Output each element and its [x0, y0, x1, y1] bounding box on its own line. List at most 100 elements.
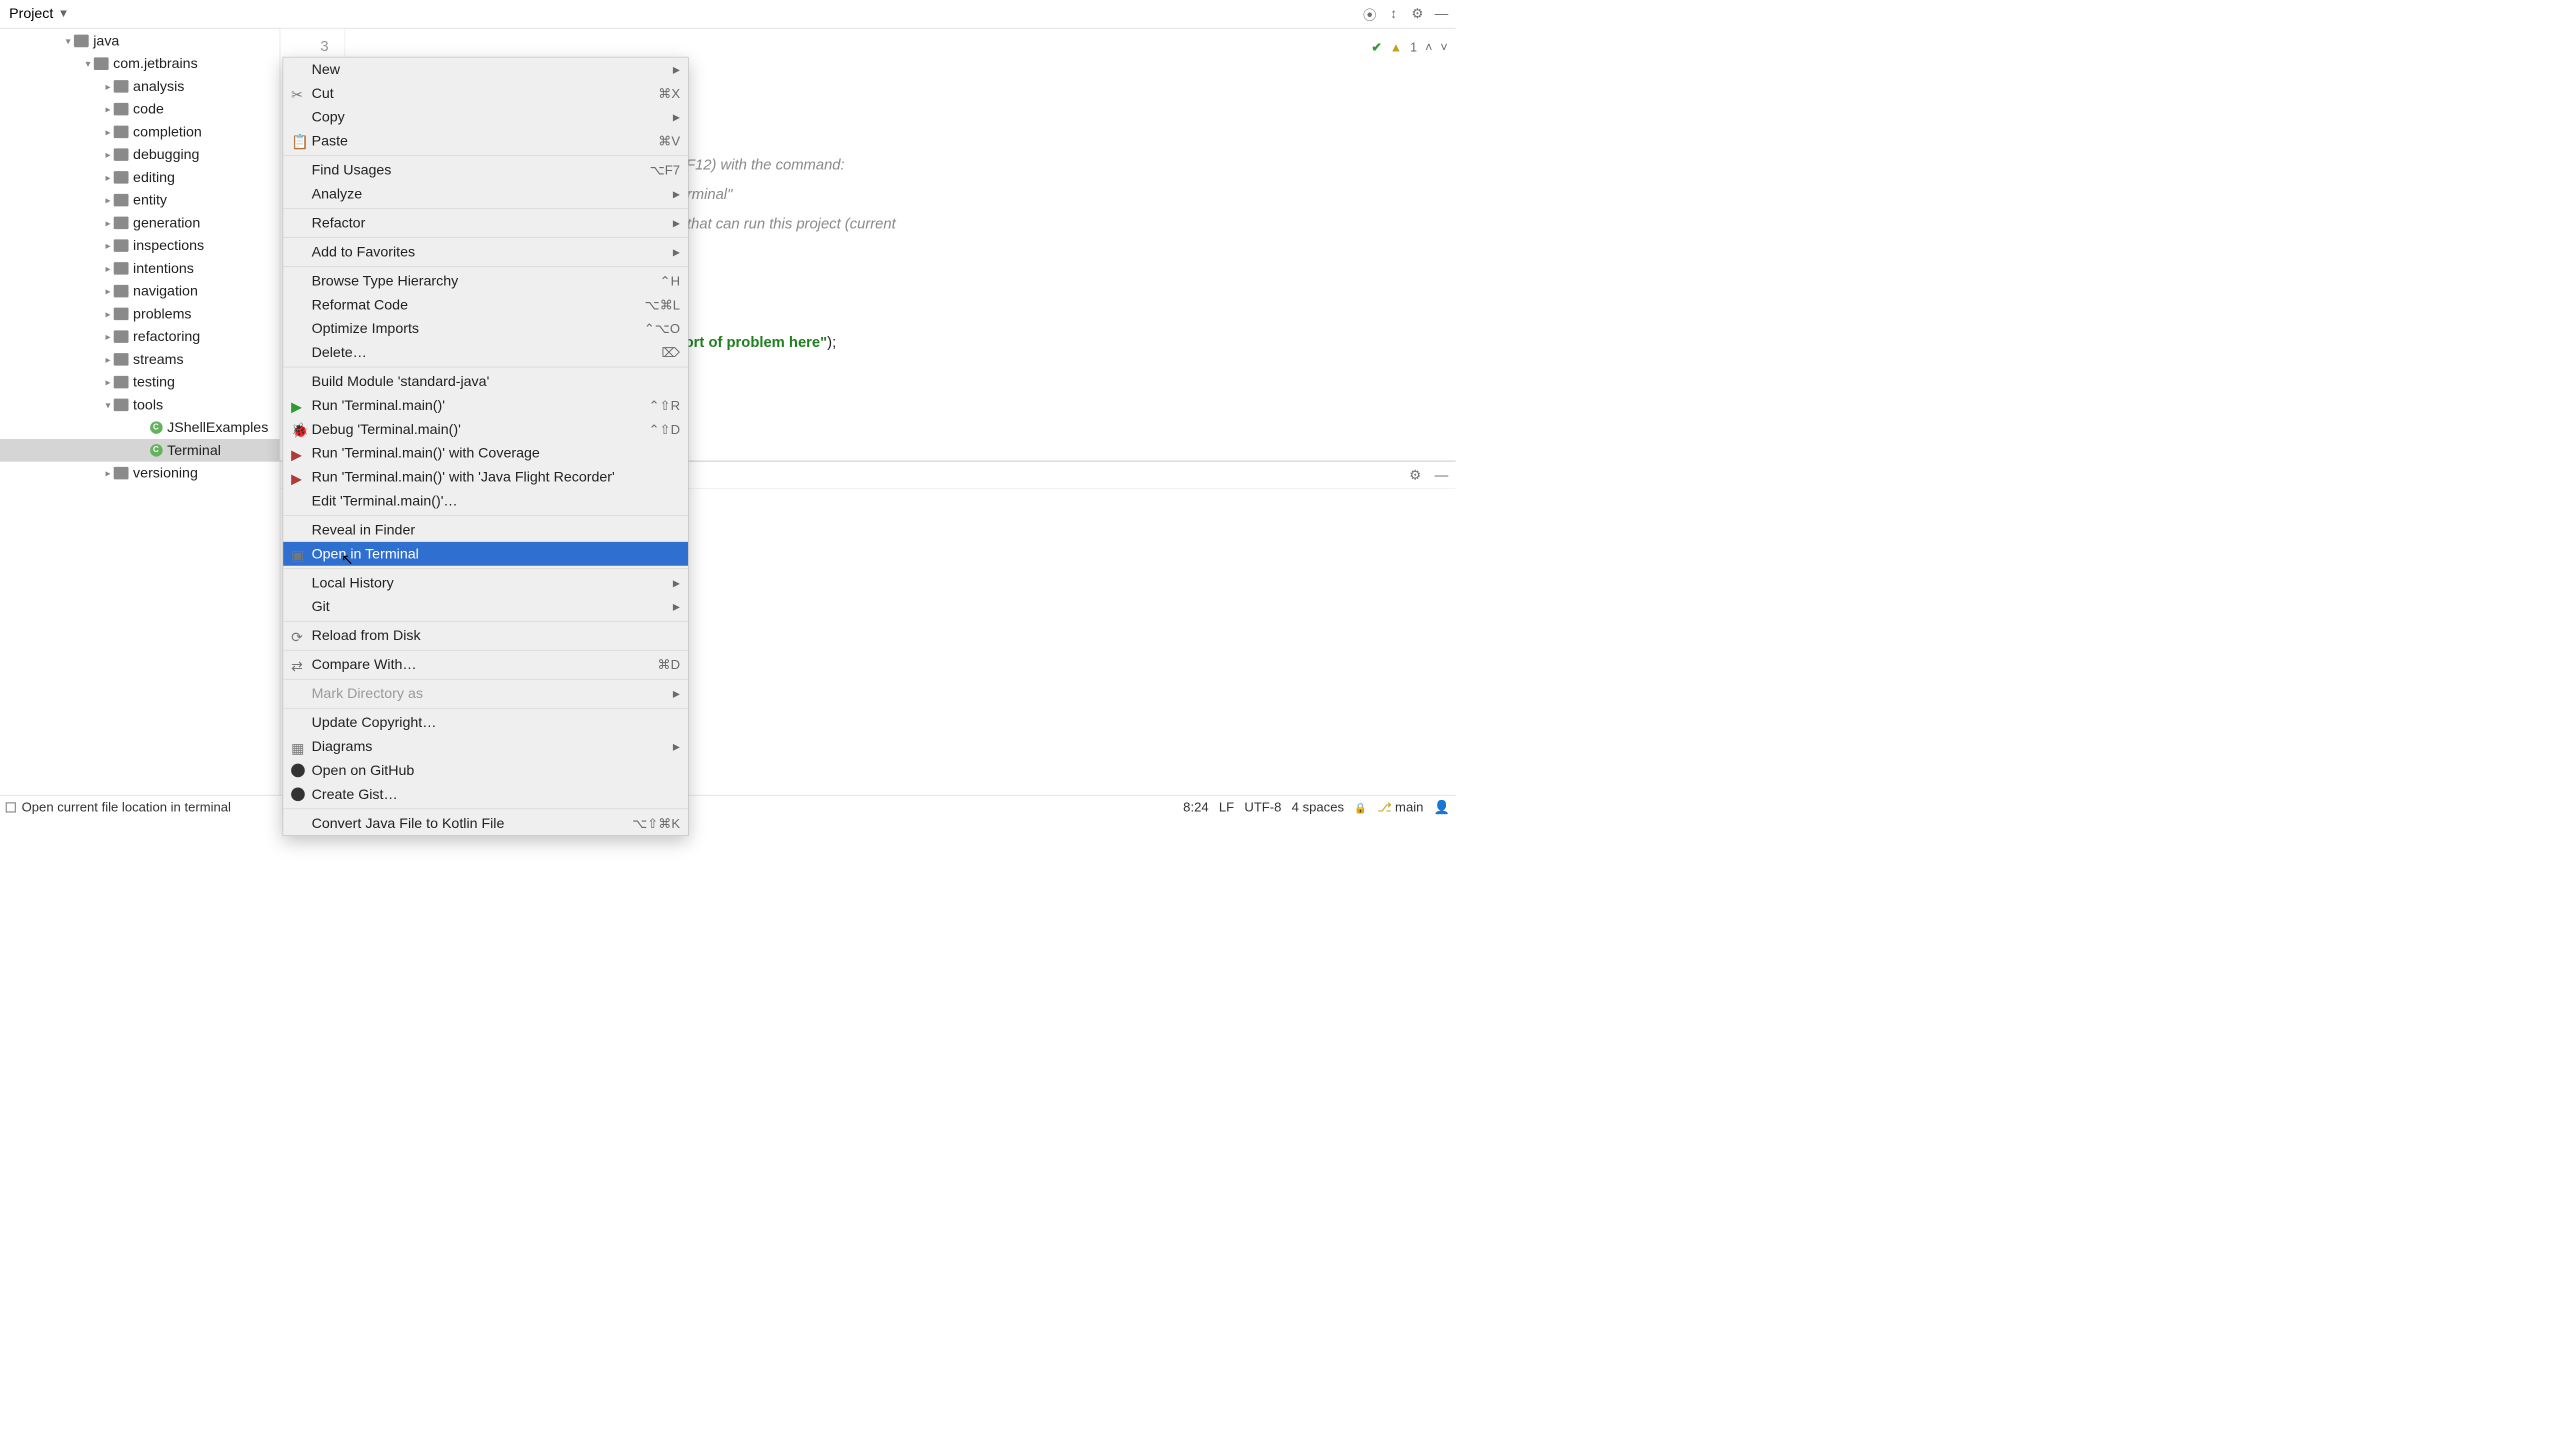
tree-node-testing[interactable]: ▸testing — [0, 371, 280, 394]
menu-item-convert-java-file-to-kotlin-file[interactable]: Convert Java File to Kotlin File⌥⇧⌘K — [283, 811, 688, 835]
folder-icon — [114, 80, 129, 93]
menu-separator — [283, 650, 688, 651]
tree-node-tools[interactable]: ▾tools — [0, 393, 280, 416]
tree-node-refactoring[interactable]: ▸ refactoring — [0, 325, 280, 348]
run-icon: ▶ — [291, 399, 305, 413]
menu-item-reveal-in-finder[interactable]: Reveal in Finder — [283, 518, 688, 542]
disclosure-twistie-icon[interactable]: ▾ — [82, 58, 93, 70]
indent-setting[interactable]: 4 spaces — [1292, 799, 1344, 814]
tree-node-debugging[interactable]: ▸debugging — [0, 143, 280, 166]
tree-node-completion[interactable]: ▸completion — [0, 121, 280, 144]
disclosure-twistie-icon[interactable]: ▸ — [102, 149, 113, 161]
menu-item-debug-terminal-main[interactable]: 🐞Debug 'Terminal.main()'⌃⇧D — [283, 417, 688, 441]
disclosure-twistie-icon[interactable]: ▸ — [102, 194, 113, 206]
menu-item-delete[interactable]: Delete…⌦ — [283, 341, 688, 365]
tree-node-inspections[interactable]: ▸inspections — [0, 234, 280, 257]
collapse-icon[interactable]: ↕ — [1384, 4, 1403, 23]
menu-item-reformat-code[interactable]: Reformat Code⌥⌘L — [283, 293, 688, 317]
disclosure-twistie-icon[interactable]: ▸ — [102, 126, 113, 138]
toolwindow-quickaccess-icon[interactable] — [6, 802, 16, 812]
chevron-down-icon[interactable]: ˅ — [1440, 33, 1447, 63]
tree-node-generation[interactable]: ▸generation — [0, 212, 280, 235]
tree-node-label: refactoring — [133, 328, 200, 344]
menu-item-label: Run 'Terminal.main()' with Coverage — [312, 445, 540, 461]
menu-item-open-in-terminal[interactable]: ▣Open in Terminal — [283, 542, 688, 566]
folder-icon — [114, 467, 129, 480]
tree-node-com-jetbrains[interactable]: ▾com.jetbrains — [0, 52, 280, 75]
caret-position[interactable]: 8:24 — [1183, 799, 1208, 814]
tree-node-streams[interactable]: ▸streams — [0, 348, 280, 371]
class-icon — [150, 421, 163, 434]
menu-item-new[interactable]: New▸ — [283, 57, 688, 81]
disclosure-twistie-icon[interactable]: ▸ — [102, 262, 113, 274]
folder-icon — [114, 353, 129, 366]
disclosure-twistie-icon[interactable]: ▸ — [102, 217, 113, 229]
menu-item-build-module-standard-java[interactable]: Build Module 'standard-java' — [283, 370, 688, 394]
disclosure-twistie-icon[interactable]: ▸ — [102, 353, 113, 365]
tree-node-editing[interactable]: ▸editing — [0, 166, 280, 189]
folder-icon — [114, 239, 129, 252]
inspection-eye-icon[interactable]: 👤 — [1434, 799, 1450, 814]
git-branch[interactable]: main — [1377, 799, 1423, 814]
menu-item-label: Convert Java File to Kotlin File — [312, 815, 505, 831]
folder-icon — [114, 103, 129, 116]
terminal-gear-icon[interactable]: ⚙ — [1406, 465, 1425, 484]
line-separator[interactable]: LF — [1219, 799, 1234, 814]
project-tree[interactable]: ▾java▾com.jetbrains▸analysis▸code▸comple… — [0, 28, 280, 794]
tree-node-code[interactable]: ▸code — [0, 98, 280, 121]
terminal-hide-icon[interactable]: — — [1432, 465, 1451, 484]
menu-item-local-history[interactable]: Local History▸ — [283, 571, 688, 595]
menu-item-label: Analyze — [312, 186, 363, 202]
disclosure-twistie-icon[interactable]: ▾ — [63, 35, 74, 47]
editor-inspections-widget[interactable]: ✔ ▲ 1 ˄ ˅ — [1371, 33, 1447, 63]
disclosure-twistie-icon[interactable]: ▸ — [102, 467, 113, 479]
tree-node-java[interactable]: ▾java — [0, 30, 280, 53]
cut-icon: ✂ — [291, 86, 305, 100]
menu-item-open-on-github[interactable]: Open on GitHub — [283, 759, 688, 783]
tree-node-navigation[interactable]: ▸navigation — [0, 280, 280, 303]
project-dropdown[interactable]: Project ▼ — [5, 3, 74, 24]
disclosure-twistie-icon[interactable]: ▾ — [102, 399, 113, 411]
menu-item-cut[interactable]: ✂Cut⌘X — [283, 81, 688, 105]
menu-item-refactor[interactable]: Refactor▸ — [283, 211, 688, 235]
tree-node-versioning[interactable]: ▸versioning — [0, 462, 280, 485]
menu-item-analyze[interactable]: Analyze▸ — [283, 182, 688, 206]
tree-node-terminal[interactable]: Terminal — [0, 439, 280, 462]
menu-item-paste[interactable]: 📋Paste⌘V — [283, 129, 688, 153]
tree-node-analysis[interactable]: ▸analysis — [0, 75, 280, 98]
menu-item-label: Diagrams — [312, 738, 373, 754]
tree-node-problems[interactable]: ▸problems — [0, 302, 280, 325]
menu-item-run-terminal-main-with-java-flight-recorder[interactable]: ▶Run 'Terminal.main()' with 'Java Flight… — [283, 465, 688, 489]
disclosure-twistie-icon[interactable]: ▸ — [102, 240, 113, 252]
menu-item-git[interactable]: Git▸ — [283, 595, 688, 619]
menu-item-copy[interactable]: Copy▸ — [283, 105, 688, 129]
menu-item-edit-terminal-main[interactable]: Edit 'Terminal.main()'… — [283, 489, 688, 513]
tree-node-entity[interactable]: ▸entity — [0, 189, 280, 212]
disclosure-twistie-icon[interactable]: ▸ — [102, 285, 113, 297]
menu-item-diagrams[interactable]: ▦Diagrams▸ — [283, 735, 688, 759]
menu-item-run-terminal-main-with-coverage[interactable]: ▶Run 'Terminal.main()' with Coverage — [283, 441, 688, 465]
disclosure-twistie-icon[interactable]: ▸ — [102, 171, 113, 183]
menu-item-find-usages[interactable]: Find Usages⌥F7 — [283, 158, 688, 182]
menu-item-optimize-imports[interactable]: Optimize Imports⌃⌥O — [283, 317, 688, 341]
menu-item-reload-from-disk[interactable]: ⟳Reload from Disk — [283, 624, 688, 648]
file-encoding[interactable]: UTF-8 — [1244, 799, 1281, 814]
menu-item-run-terminal-main[interactable]: ▶Run 'Terminal.main()'⌃⇧R — [283, 393, 688, 417]
readonly-lock-icon[interactable] — [1354, 799, 1367, 814]
gear-icon[interactable]: ⚙ — [1408, 4, 1427, 23]
menu-item-add-to-favorites[interactable]: Add to Favorites▸ — [283, 240, 688, 264]
disclosure-twistie-icon[interactable]: ▸ — [102, 80, 113, 92]
locate-icon[interactable]: ⦿ — [1360, 4, 1379, 23]
menu-item-browse-type-hierarchy[interactable]: Browse Type Hierarchy⌃H — [283, 269, 688, 293]
disclosure-twistie-icon[interactable]: ▸ — [102, 103, 113, 115]
disclosure-twistie-icon[interactable]: ▸ — [102, 376, 113, 388]
chevron-up-icon[interactable]: ˄ — [1425, 33, 1432, 63]
tree-node-intentions[interactable]: ▸intentions — [0, 257, 280, 280]
disclosure-twistie-icon[interactable]: ▸ — [102, 331, 113, 343]
menu-item-update-copyright[interactable]: Update Copyright… — [283, 711, 688, 735]
minimize-icon[interactable]: — — [1432, 4, 1451, 23]
menu-item-create-gist[interactable]: Create Gist… — [283, 782, 688, 806]
tree-node-jshellexamples[interactable]: JShellExamples — [0, 416, 280, 439]
menu-item-compare-with[interactable]: ⇄Compare With…⌘D — [283, 653, 688, 677]
disclosure-twistie-icon[interactable]: ▸ — [102, 308, 113, 320]
